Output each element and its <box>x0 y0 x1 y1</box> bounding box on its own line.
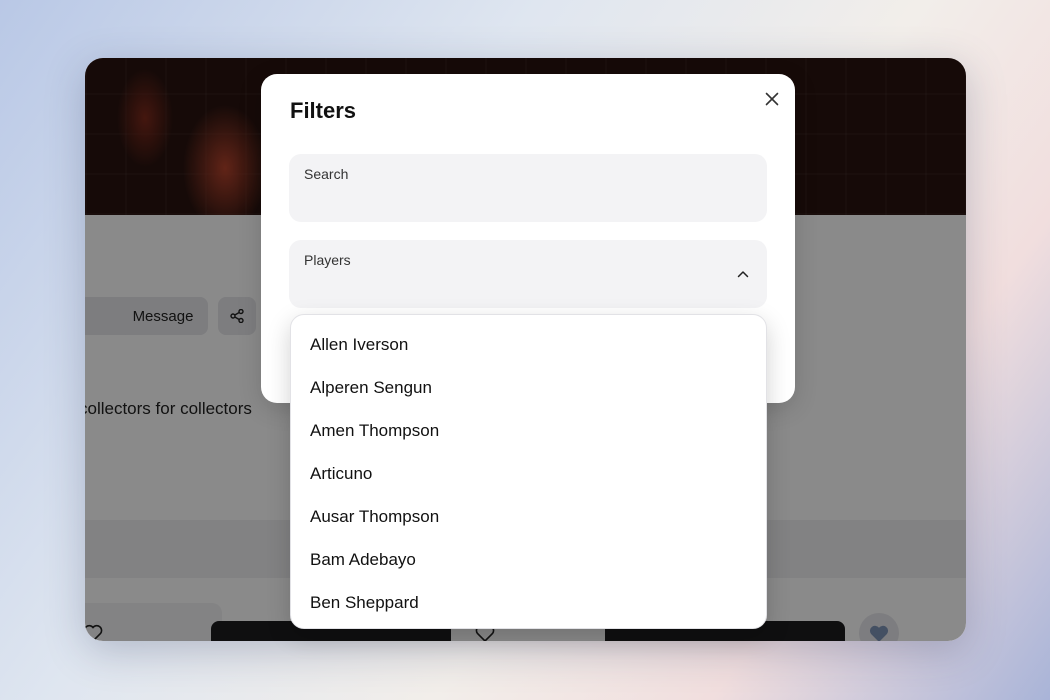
dropdown-option[interactable]: Alperen Sengun <box>291 368 766 408</box>
dropdown-option[interactable]: Amen Thompson <box>291 411 766 451</box>
dropdown-option[interactable]: Ausar Thompson <box>291 497 766 537</box>
modal-title: Filters <box>290 98 357 123</box>
players-dropdown: Allen Iverson Alperen Sengun Amen Thomps… <box>290 314 767 629</box>
search-field[interactable]: Search <box>289 154 767 222</box>
close-button[interactable] <box>761 88 783 110</box>
chevron-up-icon <box>733 264 753 284</box>
players-select[interactable]: Players <box>289 240 767 308</box>
dropdown-option[interactable]: Allen Iverson <box>291 325 766 365</box>
dropdown-option[interactable]: Ben Sheppard <box>291 583 766 623</box>
players-select-label: Players <box>304 252 351 268</box>
dropdown-option[interactable]: Articuno <box>291 454 766 494</box>
close-icon <box>765 92 779 106</box>
search-input[interactable] <box>304 188 752 214</box>
dropdown-option[interactable]: Bam Adebayo <box>291 540 766 580</box>
search-field-label: Search <box>304 166 349 182</box>
